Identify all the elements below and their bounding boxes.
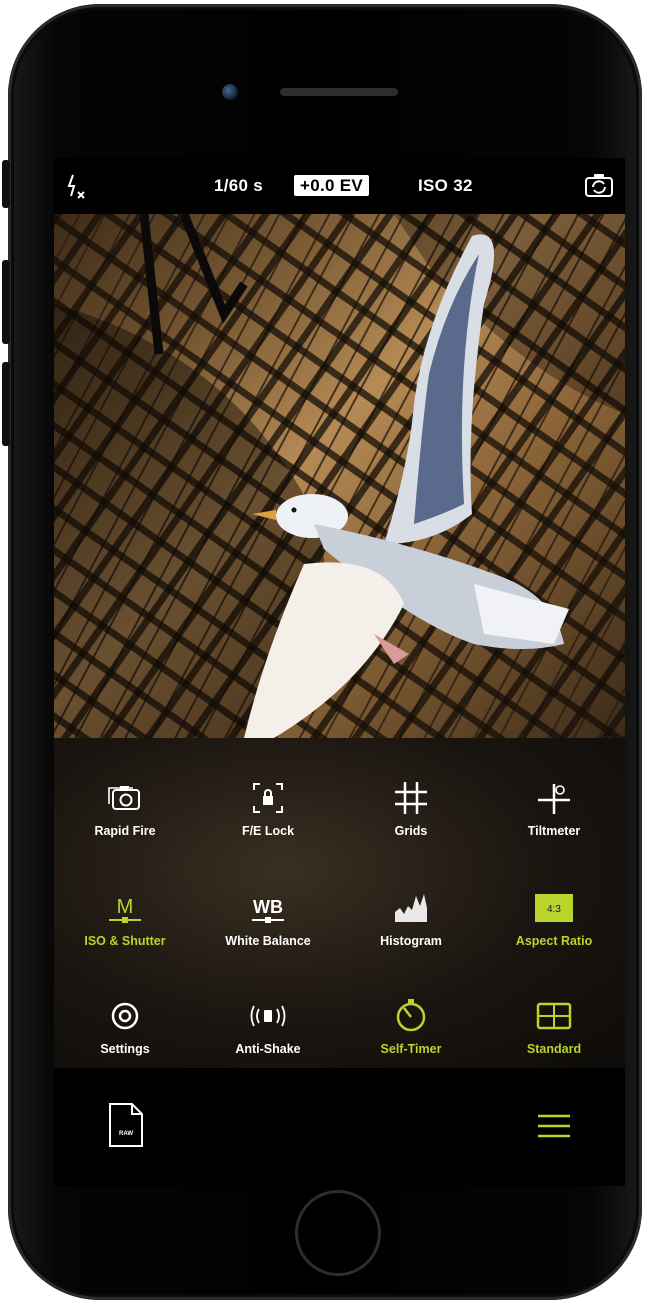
flash-off-icon[interactable] [64, 172, 90, 205]
front-camera [222, 84, 238, 100]
home-button[interactable] [295, 1190, 381, 1276]
tool-label-fe-lock: F/E Lock [241, 824, 295, 838]
tool-label-standard: Standard [526, 1042, 582, 1056]
aspect-ratio-button[interactable]: 4:3 Aspect Ratio [483, 878, 625, 978]
histogram-button[interactable]: Histogram [340, 878, 482, 978]
earpiece [280, 88, 398, 96]
svg-text:WB: WB [253, 897, 283, 917]
raw-label: RAW [119, 1131, 133, 1137]
white-balance-icon: WB [252, 897, 284, 923]
shutter-speed[interactable]: 1/60 s [214, 176, 263, 196]
exposure-value: +0.0 EV [294, 175, 370, 196]
camera-switch-icon[interactable] [584, 172, 614, 203]
anti-shake-icon [250, 1005, 286, 1027]
iso-shutter-button[interactable]: M ISO & Shutter [54, 878, 196, 978]
menu-icon [538, 1114, 570, 1138]
camera-screen: 1/60 s +0.0 EV ISO 32 Rapid Fire F/E Loc… [54, 158, 625, 1186]
tiltmeter-icon [538, 784, 570, 814]
svg-text:4:3: 4:3 [547, 904, 561, 915]
raw-format-button[interactable]: RAW [108, 1102, 144, 1148]
tiltmeter-button[interactable]: Tiltmeter [483, 768, 625, 868]
tool-label-tiltmeter: Tiltmeter [527, 824, 581, 838]
viewfinder-image [54, 214, 625, 738]
tool-label-histogram: Histogram [380, 934, 442, 948]
raw-file-icon [109, 1103, 143, 1147]
phone-frame: 1/60 s +0.0 EV ISO 32 Rapid Fire F/E Loc… [8, 4, 642, 1300]
rapid-fire-button[interactable]: Rapid Fire [54, 768, 196, 868]
tool-label-rapid-fire: Rapid Fire [94, 824, 156, 838]
histogram-icon [395, 894, 427, 922]
volume-down-button [2, 362, 10, 446]
exposure-bar: 1/60 s +0.0 EV ISO 32 [54, 158, 625, 214]
svg-text:M: M [117, 896, 134, 918]
tool-label-aspect-ratio: Aspect Ratio [515, 934, 593, 948]
tool-label-self-timer: Self-Timer [380, 1042, 442, 1056]
standard-layout-icon [536, 1002, 572, 1030]
tool-label-anti-shake: Anti-Shake [235, 1042, 301, 1056]
iso-value[interactable]: ISO 32 [418, 176, 473, 196]
rapid-fire-icon [108, 786, 140, 810]
tools-panel: Rapid Fire F/E Lock Grids Tiltmeter M IS… [54, 738, 625, 1068]
fe-lock-button[interactable]: F/E Lock [197, 768, 339, 868]
self-timer-icon [396, 999, 426, 1032]
volume-up-button [2, 260, 10, 344]
grid-icon [395, 782, 427, 814]
bottom-bar: RAW [54, 1068, 625, 1186]
fe-lock-icon [253, 783, 283, 813]
tool-label-iso-shutter: ISO & Shutter [84, 934, 166, 948]
menu-button[interactable] [538, 1113, 570, 1139]
tool-label-grids: Grids [394, 824, 428, 838]
grids-button[interactable]: Grids [340, 768, 482, 868]
viewfinder[interactable] [54, 214, 625, 738]
aspect-ratio-icon: 4:3 [535, 894, 573, 922]
tool-label-white-balance: White Balance [225, 934, 311, 948]
manual-mode-icon: M [109, 896, 141, 923]
mute-switch [2, 160, 10, 208]
white-balance-button[interactable]: WB White Balance [197, 878, 339, 978]
tool-label-settings: Settings [100, 1042, 150, 1056]
settings-icon [111, 1002, 139, 1030]
exposure-value-chip[interactable]: +0.0 EV [294, 175, 370, 196]
